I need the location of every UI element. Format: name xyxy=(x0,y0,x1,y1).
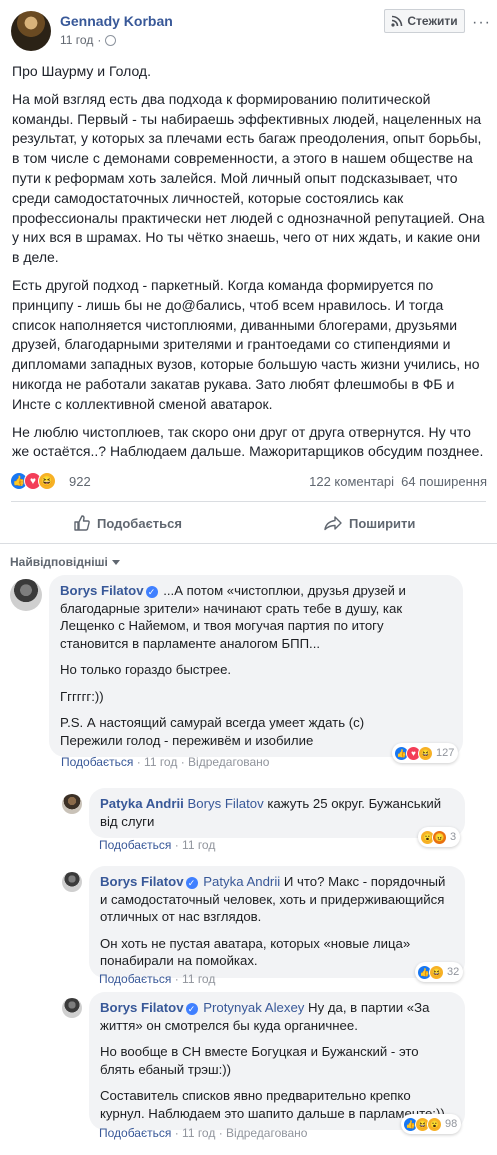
divider xyxy=(11,501,486,502)
comment-actions: Подобається · 11 год xyxy=(99,972,216,986)
reply-comment: Borys Filatov ✓ Protynyak Alexey Ну да, в… xyxy=(0,992,497,1142)
follow-label: Стежити xyxy=(407,14,458,28)
post-time[interactable]: 11 год xyxy=(60,33,93,47)
comment-like-link[interactable]: Подобається xyxy=(99,838,171,852)
follow-button[interactable]: Стежити xyxy=(384,9,465,33)
post-paragraph: На мой взгляд есть два подхода к формиро… xyxy=(12,90,485,266)
verified-badge-icon: ✓ xyxy=(185,1003,198,1015)
comment-actions: Подобається · 11 год · Відредаговано xyxy=(99,1126,308,1140)
like-button[interactable]: Подобається xyxy=(73,512,182,534)
comment-like-link[interactable]: Подобається xyxy=(99,1126,171,1140)
divider xyxy=(0,543,497,544)
edited-label: Відредаговано xyxy=(226,1126,308,1140)
comment-time[interactable]: 11 год xyxy=(182,838,215,852)
shares-count[interactable]: 64 поширення xyxy=(401,474,487,489)
commenter-name[interactable]: Borys Filatov xyxy=(100,1000,184,1015)
rss-icon xyxy=(391,15,403,27)
post-paragraph: Про Шаурму и Голод. xyxy=(12,63,151,79)
post-paragraph: Есть другой подход - паркетный. Когда ко… xyxy=(12,276,480,412)
mention-link[interactable]: Patyka Andrii xyxy=(203,874,280,889)
commenter-avatar[interactable] xyxy=(62,794,82,814)
comment-like-link[interactable]: Подобається xyxy=(61,755,133,769)
edited-label: Відредаговано xyxy=(188,755,270,769)
comment-actions: Подобається · 11 год xyxy=(99,838,216,852)
comment-reactions[interactable]: 👍 😆 😮 98 xyxy=(401,1114,462,1134)
commenter-name[interactable]: Borys Filatov xyxy=(60,583,144,598)
comment-text: Но только гораздо быстрее. xyxy=(60,662,232,677)
angry-reaction-icon: 😠 xyxy=(432,829,447,845)
commenter-avatar[interactable] xyxy=(62,998,82,1018)
comment-actions: Подобається · 11 год · Відредаговано xyxy=(61,755,270,769)
more-options-icon[interactable]: ··· xyxy=(472,14,491,32)
share-button[interactable]: Поширити xyxy=(323,512,415,534)
reactions-count[interactable]: 922 xyxy=(69,474,91,489)
commenter-name[interactable]: Borys Filatov xyxy=(100,874,184,889)
reply-comment: Borys Filatov ✓ Patyka Andrii И что? Макс… xyxy=(0,866,497,986)
globe-icon xyxy=(105,34,117,46)
reply-comment: Patyka Andrii Borys Filatov кажуть 25 ок… xyxy=(0,788,497,858)
chevron-down-icon xyxy=(111,559,120,565)
verified-badge-icon: ✓ xyxy=(145,586,158,598)
reaction-icons[interactable]: 👍 ♥ 😆 xyxy=(10,472,56,490)
sort-label: Найвідповідніші xyxy=(10,555,108,569)
comment: Borys Filatov ✓ ...А потом «чистоплюи, др… xyxy=(0,575,497,775)
comment-bubble: Borys Filatov ✓ ...А потом «чистоплюи, др… xyxy=(49,575,463,757)
commenter-avatar[interactable] xyxy=(62,872,82,892)
mention-link[interactable]: Protynyak Alexey xyxy=(203,1000,304,1015)
wow-reaction-icon: 😮 xyxy=(427,1116,442,1132)
author-avatar[interactable] xyxy=(11,11,51,51)
reactions-summary: 👍 ♥ 😆 922 122 коментарі 64 поширення xyxy=(10,472,487,492)
post-body: Про Шаурму и Голод. На мой взгляд есть д… xyxy=(12,62,490,470)
comment-reactions[interactable]: 👍 😆 32 xyxy=(415,962,464,982)
comment-time[interactable]: 11 год xyxy=(144,755,177,769)
comment-reaction-count: 3 xyxy=(450,831,457,843)
author-name[interactable]: Gennady Korban xyxy=(60,13,173,29)
commenter-avatar[interactable] xyxy=(10,579,42,611)
post-paragraph: Не люблю чистоплюев, так скоро они друг … xyxy=(12,423,484,460)
mention-link[interactable]: Borys Filatov xyxy=(187,796,263,811)
comments-sort-dropdown[interactable]: Найвідповідніші xyxy=(10,555,120,569)
comments-count[interactable]: 122 коментарі xyxy=(309,474,394,489)
comment-time[interactable]: 11 год xyxy=(182,1126,215,1140)
share-icon xyxy=(324,516,342,531)
commenter-name[interactable]: Patyka Andrii xyxy=(100,796,184,811)
comment-reaction-count: 32 xyxy=(447,966,460,978)
thumbs-up-icon xyxy=(74,515,90,531)
comment-bubble: Patyka Andrii Borys Filatov кажуть 25 ок… xyxy=(89,788,465,838)
comment-text: Он хоть не пустая аватара, которых «новы… xyxy=(100,935,411,969)
comment-text: P.S. А настоящий самурай всегда умеет жд… xyxy=(60,715,365,748)
comment-reactions[interactable]: 👍 ♥ 😆 127 xyxy=(392,743,459,763)
haha-reaction-icon: 😆 xyxy=(38,472,56,490)
comment-reactions[interactable]: 😮 😠 3 xyxy=(418,827,461,847)
comment-text: Но вообще в СН вместе Богуцкая и Бужанск… xyxy=(100,1044,419,1077)
post-meta: 11 год · xyxy=(60,33,117,47)
comment-bubble: Borys Filatov ✓ Patyka Andrii И что? Макс… xyxy=(89,866,465,978)
like-label: Подобається xyxy=(97,515,182,531)
comment-time[interactable]: 11 год xyxy=(182,972,215,986)
verified-badge-icon: ✓ xyxy=(185,877,198,889)
comment-reaction-count: 98 xyxy=(445,1118,458,1130)
comment-like-link[interactable]: Подобається xyxy=(99,972,171,986)
comment-bubble: Borys Filatov ✓ Protynyak Alexey Ну да, в… xyxy=(89,992,465,1130)
comment-text: Гггггг:)) xyxy=(60,688,104,704)
haha-reaction-icon: 😆 xyxy=(418,745,433,761)
haha-reaction-icon: 😆 xyxy=(429,964,444,980)
share-label: Поширити xyxy=(349,515,416,531)
comment-text: Составитель списков явно предварительно … xyxy=(100,1088,445,1121)
comment-reaction-count: 127 xyxy=(436,747,455,759)
post-header: Gennady Korban 11 год · Стежити ··· xyxy=(0,0,497,62)
